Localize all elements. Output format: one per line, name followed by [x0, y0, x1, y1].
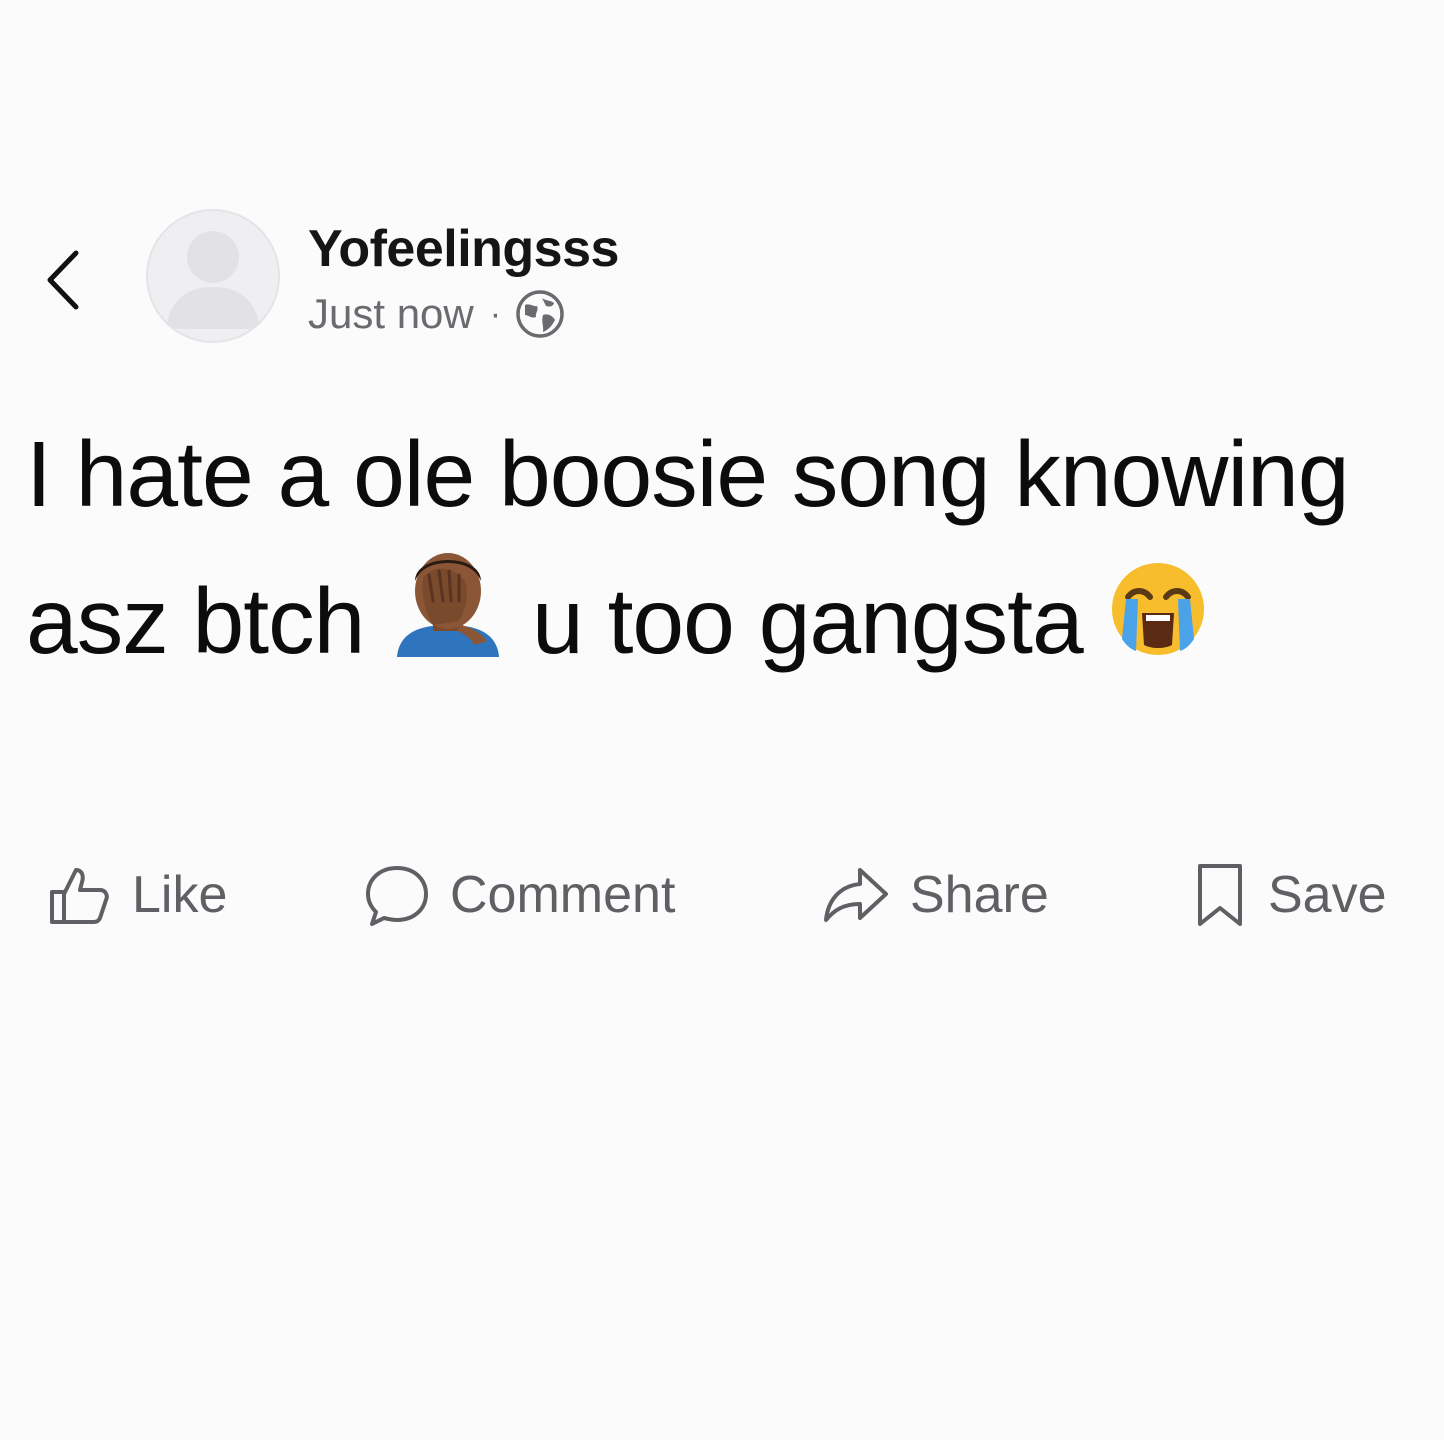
post-text: I hate a ole boosie song knowing asz btc…: [26, 408, 1416, 688]
globe-icon: [516, 290, 564, 338]
post-header: Yofeelingsss Just now ·: [0, 205, 1444, 350]
comment-bubble-icon: [366, 866, 428, 926]
share-button[interactable]: Share: [822, 855, 1049, 935]
back-button[interactable]: [38, 243, 94, 313]
default-user-icon: [166, 231, 260, 329]
post-actions: Like Comment Share Save: [0, 855, 1444, 935]
post-timestamp: Just now: [308, 290, 474, 337]
post-text-part2: u too gangsta: [532, 569, 1084, 673]
comment-label: Comment: [450, 866, 676, 924]
avatar[interactable]: [146, 209, 280, 343]
post-meta: Just now ·: [308, 289, 565, 339]
loudly-crying-face-emoji: [1111, 563, 1204, 655]
thumbs-up-icon: [50, 868, 109, 924]
comment-button[interactable]: Comment: [364, 855, 675, 935]
share-label: Share: [910, 866, 1049, 924]
chevron-left-icon: [47, 250, 79, 310]
like-button[interactable]: Like: [46, 855, 227, 935]
meta-separator: ·: [489, 294, 502, 333]
post-page: Yofeelingsss Just now · I hate a ole boo…: [0, 0, 1444, 1440]
share-arrow-icon: [824, 868, 888, 922]
like-label: Like: [132, 866, 228, 924]
bookmark-icon: [1198, 864, 1242, 926]
save-label: Save: [1268, 866, 1387, 924]
man-facepalming-emoji: [397, 553, 500, 657]
author-name[interactable]: Yofeelingsss: [308, 219, 619, 279]
save-button[interactable]: Save: [1192, 855, 1387, 935]
